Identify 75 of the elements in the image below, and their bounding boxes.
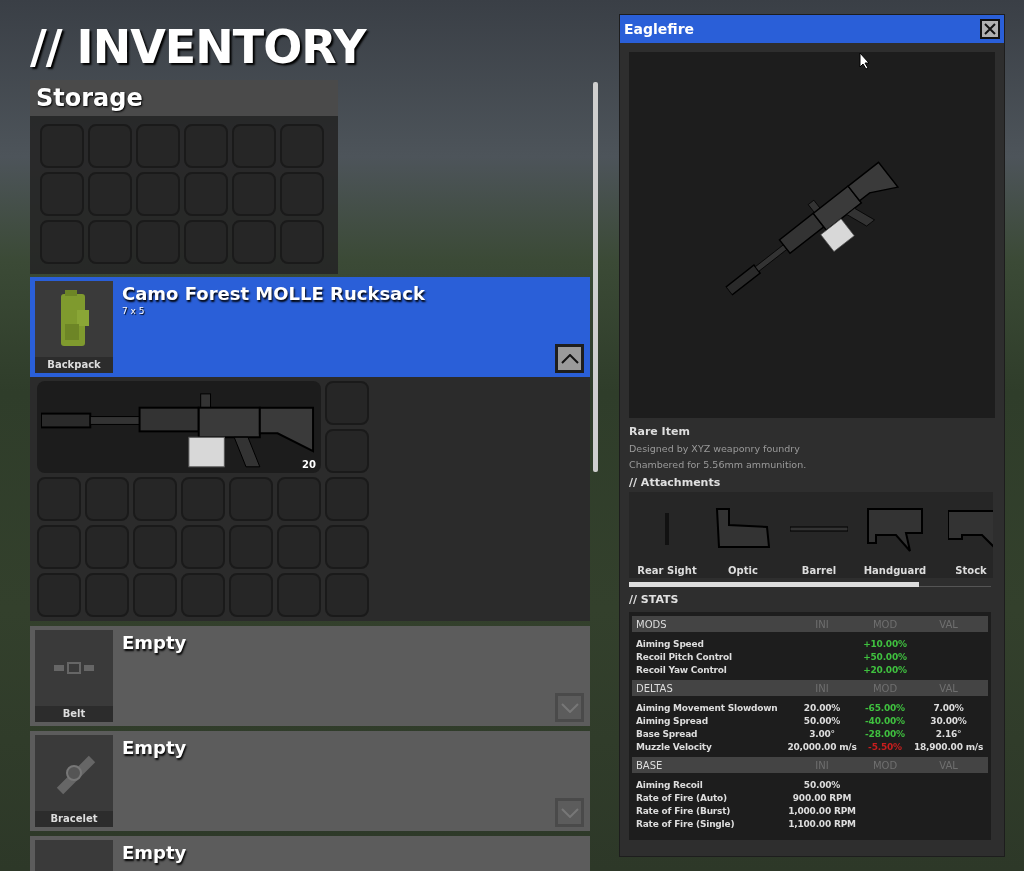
stock-icon [948, 508, 993, 549]
section-name: BASE [636, 759, 664, 771]
attachment-label[interactable]: Stock [955, 565, 987, 576]
item-description: Chambered for 5.56mm ammunition. [629, 459, 808, 470]
stat-modifier: -5.50% [867, 741, 903, 752]
belt-icon [54, 662, 94, 674]
weapon-item[interactable]: 20 [37, 381, 321, 473]
attachment-label[interactable]: Barrel [801, 565, 837, 576]
stat-initial: 1,000.00 RPM [787, 805, 857, 816]
equipment-card[interactable]: Bracelet Empty [30, 731, 590, 831]
stat-label: Rate of Fire (Single) [636, 818, 736, 829]
caret-up-icon [560, 353, 579, 364]
item-name: Camo Forest MOLLE Rucksack [122, 283, 425, 304]
stat-value: 2.16° [934, 728, 963, 739]
item-name: Empty [122, 632, 187, 653]
stat-initial: 900.00 RPM [791, 792, 853, 803]
close-button[interactable] [980, 19, 1000, 39]
stat-value: 7.00% [932, 702, 965, 713]
stat-modifier: +10.00% [862, 638, 908, 649]
stat-label: Rate of Fire (Auto) [636, 792, 728, 803]
stats-heading: // STATS [629, 593, 680, 606]
slot-label: Backpack [35, 357, 113, 373]
stat-initial: 1,100.00 RPM [787, 818, 857, 829]
stat-modifier: +50.00% [862, 651, 908, 662]
caret-down-icon [560, 702, 579, 713]
stat-value: 30.00% [929, 715, 968, 726]
caret-down-icon [560, 807, 579, 818]
stat-initial: 20,000.00 m/s [786, 741, 858, 752]
window-title: Eaglefire [624, 21, 695, 37]
stat-initial: 50.00% [802, 715, 842, 726]
stat-modifier: -40.00% [864, 715, 906, 726]
equipment-card[interactable]: Backpack Camo Forest MOLLE Rucksack 7 x 5 [30, 277, 590, 377]
slot-label: Bracelet [35, 811, 113, 827]
attachments-heading: // Attachments [629, 476, 722, 489]
stat-label: Muzzle Velocity [636, 741, 713, 752]
item-size: 7 x 5 [122, 306, 146, 316]
stat-modifier: -65.00% [864, 702, 906, 713]
mouse-cursor-icon [859, 52, 871, 70]
ammo-count: 20 [302, 459, 316, 470]
stat-value: 18,900.00 m/s [912, 741, 985, 752]
stat-label: Aiming Movement Slowdown [636, 702, 779, 713]
close-icon [984, 23, 996, 35]
scroll-thumb[interactable] [629, 582, 919, 587]
inventory-title: // INVENTORY [30, 19, 368, 76]
item-description: Designed by XYZ weaponry foundry [629, 443, 801, 454]
storage-header: Storage [30, 80, 338, 116]
attachment-label[interactable]: Rear Sight [637, 565, 697, 576]
stat-modifier: -28.00% [864, 728, 906, 739]
collapse-button[interactable] [555, 344, 584, 373]
stat-label: Aiming Recoil [636, 779, 704, 790]
slot-label: Belt [35, 706, 113, 722]
stat-modifier: +20.00% [862, 664, 908, 675]
expand-button[interactable] [555, 798, 584, 827]
stat-label: Rate of Fire (Burst) [636, 805, 732, 816]
stat-initial: 3.00° [808, 728, 836, 739]
stat-label: Recoil Yaw Control [636, 664, 728, 675]
attachment-label[interactable]: Handguard [863, 565, 927, 576]
stat-initial: 20.00% [802, 702, 842, 713]
attachment-label[interactable]: Optic [728, 565, 758, 576]
stat-label: Recoil Pitch Control [636, 651, 733, 662]
scrollbar[interactable] [593, 82, 598, 472]
stat-initial: 50.00% [802, 779, 842, 790]
item-name: Empty [122, 737, 187, 758]
section-name: DELTAS [636, 682, 674, 694]
stat-label: Base Spread [636, 728, 699, 739]
expand-button[interactable] [555, 693, 584, 722]
item-rarity: Rare Item [629, 425, 691, 438]
optic-icon [715, 506, 771, 551]
barrel-icon [790, 525, 848, 532]
equipment-card[interactable]: Empty [30, 836, 590, 871]
stat-label: Aiming Speed [636, 638, 705, 649]
equipment-card[interactable]: Belt Empty [30, 626, 590, 726]
section-name: MODS [636, 618, 668, 630]
item-name: Empty [122, 842, 187, 863]
stat-label: Aiming Spread [636, 715, 709, 726]
